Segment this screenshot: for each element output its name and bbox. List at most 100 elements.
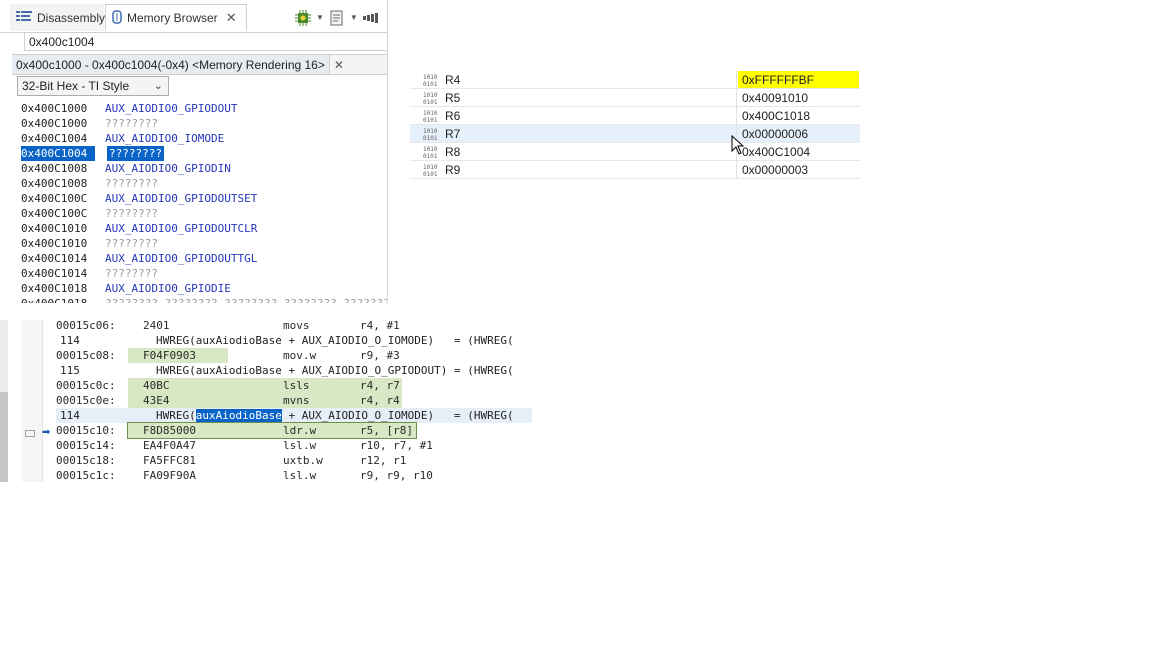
memory-rendering-tab[interactable]: 0x400c1000 - 0x400c1004(-0x4) <Memory Re… <box>12 54 387 75</box>
register-icon: 1010 0101 <box>423 109 439 124</box>
memory-value[interactable]: ???????? <box>105 236 158 251</box>
memory-value[interactable]: ???????? <box>105 266 158 281</box>
memory-row[interactable]: 0x400C1000???????? <box>21 116 387 131</box>
register-row[interactable]: 1010 0101 R6 0x400C1018 <box>410 107 860 125</box>
disassembly-line[interactable]: 00015c1c: FA09F90A lsl.w r9, r9, r10 <box>56 468 532 482</box>
disassembly-line[interactable]: 00015c18: FA5FFC81 uxtb.w r12, r1 <box>56 453 532 468</box>
memory-value[interactable]: ???????? ???????? ???????? ???????? ????… <box>105 296 387 303</box>
register-row[interactable]: 1010 0101 R5 0x40091010 <box>410 89 860 107</box>
memory-address: 0x400C1000 <box>21 102 88 115</box>
memory-row[interactable]: 0x400C1014???????? <box>21 266 387 281</box>
more-icon[interactable] <box>362 10 379 26</box>
address-input[interactable]: 0x400c1004 <box>24 32 387 51</box>
disassembly-line[interactable]: 00015c0e: 43E4 mvns r4, r4 <box>56 393 532 408</box>
chevron-down-icon[interactable]: ▼ <box>316 13 324 22</box>
instruction-mnemonic: mvns <box>283 394 310 407</box>
source-line[interactable]: 115 HWREG(auxAiodioBase + AUX_AIODIO_O_GP… <box>56 363 532 378</box>
register-row[interactable]: 1010 0101 R9 0x00000003 <box>410 161 860 179</box>
instruction-mnemonic: lsls <box>283 379 310 392</box>
register-row[interactable]: 1010 0101 R4 0xFFFFFFBF <box>410 71 860 89</box>
close-icon[interactable]: ✕ <box>334 58 344 72</box>
memory-symbol[interactable]: AUX_AIODIO0_GPIODIE <box>105 281 231 296</box>
close-icon[interactable]: ✕ <box>226 10 237 26</box>
memory-symbol[interactable]: AUX_AIODIO0_GPIODOUTSET <box>105 191 257 206</box>
memory-row[interactable]: 0x400C1008???????? <box>21 176 387 191</box>
instruction-mnemonic: movs <box>283 320 310 332</box>
register-icon: 1010 0101 <box>423 91 439 106</box>
instruction-operands: r9, #3 <box>360 349 400 362</box>
source-text-after: + AUX_AIODIO_O_IOMODE) = (HWREG( <box>281 409 514 422</box>
memory-value[interactable]: ???????? <box>107 146 164 161</box>
column-divider <box>736 107 737 125</box>
disassembly-line[interactable]: 00015c06: 2401 movs r4, #1 <box>56 320 532 333</box>
memory-row[interactable]: 0x400C1004 AUX_AIODIO0_IOMODE <box>21 131 387 146</box>
memory-symbol[interactable]: AUX_AIODIO0_GPIODOUT <box>105 101 237 116</box>
instruction-opcode: 2401 <box>143 320 170 332</box>
memory-symbol[interactable]: AUX_AIODIO0_GPIODOUTTGL <box>105 251 257 266</box>
register-name: R5 <box>445 91 461 105</box>
chip-settings-icon[interactable] <box>295 9 311 26</box>
memory-value[interactable]: ???????? <box>105 176 158 191</box>
memory-row[interactable]: 0x400C100C AUX_AIODIO0_GPIODOUTSET <box>21 191 387 206</box>
memory-address: 0x400C1018 <box>21 296 93 303</box>
register-value[interactable]: 0xFFFFFFBF <box>738 71 859 88</box>
register-icon: 1010 0101 <box>423 73 439 88</box>
memory-symbol[interactable]: AUX_AIODIO0_GPIODIN <box>105 161 231 176</box>
register-value[interactable]: 0x00000006 <box>738 125 859 142</box>
instruction-opcode: F04F0903 <box>143 349 196 362</box>
disassembly-line[interactable]: 00015c08: F04F0903 mov.w r9, #3 <box>56 348 532 363</box>
memory-address: 0x400C1004 <box>21 146 95 161</box>
register-value[interactable]: 0x40091010 <box>738 89 859 106</box>
mouse-cursor-icon <box>731 134 745 155</box>
format-select[interactable]: 32-Bit Hex - TI Style ⌄ <box>17 76 169 96</box>
register-row[interactable]: 1010 0101 R8 0x400C1004 <box>410 143 860 161</box>
register-icon: 1010 0101 <box>423 163 439 178</box>
svg-text:0101: 0101 <box>423 135 438 141</box>
instruction-mnemonic: lsl.w <box>283 469 317 482</box>
disassembly-lines: 00015c06: 2401 movs r4, #1 114 HWREG(auxAiodi… <box>56 320 532 482</box>
disassembly-line[interactable]: 00015c0c: 40BC lsls r4, r7 <box>56 378 532 393</box>
scrollbar-thumb[interactable] <box>0 392 8 482</box>
vertical-scrollbar[interactable] <box>0 320 8 482</box>
source-text: HWREG(auxAiodioBase + AUX_AIODIO_O_IOMOD… <box>156 408 514 423</box>
breakpoint-marker-icon[interactable] <box>25 430 35 437</box>
memory-address: 0x400C1004 <box>21 132 88 145</box>
memory-row[interactable]: 0x400C1010 AUX_AIODIO0_GPIODOUTCLR <box>21 221 387 236</box>
memory-row[interactable]: 0x400C1010???????? <box>21 236 387 251</box>
svg-text:1010: 1010 <box>423 92 438 99</box>
memory-row[interactable]: 0x400C1018 ???????? ???????? ???????? ???… <box>21 296 387 303</box>
line-gutter[interactable] <box>22 320 43 482</box>
memory-row[interactable]: 0x400C1008 AUX_AIODIO0_GPIODIN <box>21 161 387 176</box>
source-line-number: 114 <box>60 334 80 347</box>
register-value[interactable]: 0x400C1004 <box>738 143 859 160</box>
source-line[interactable]: 114 HWREG(auxAiodioBase + AUX_AIODIO_O_IO… <box>56 408 532 423</box>
memory-value[interactable]: ???????? <box>105 206 158 221</box>
tab-disassembly[interactable]: Disassembly <box>10 4 106 31</box>
memory-row[interactable]: 0x400C1000 AUX_AIODIO0_GPIODOUT <box>21 101 387 116</box>
register-row[interactable]: 1010 0101 R7 0x00000006 <box>410 125 860 143</box>
memory-symbol[interactable]: AUX_AIODIO0_GPIODOUTCLR <box>105 221 257 236</box>
new-rendering-icon[interactable] <box>329 10 345 26</box>
instruction-address: 00015c10: <box>56 424 116 437</box>
tab-disassembly-label: Disassembly <box>37 10 106 25</box>
tab-memory-browser[interactable]: Memory Browser ✕ <box>105 4 247 31</box>
memory-row[interactable]: 0x400C1014 AUX_AIODIO0_GPIODOUTTGL <box>21 251 387 266</box>
memory-row[interactable]: 0x400C1018 AUX_AIODIO0_GPIODIE <box>21 281 387 296</box>
source-text: HWREG(auxAiodioBase + AUX_AIODIO_O_GPIOD… <box>156 364 514 377</box>
register-value[interactable]: 0x00000003 <box>738 161 859 178</box>
source-line[interactable]: 114 HWREG(auxAiodioBase + AUX_AIODIO_O_IO… <box>56 333 532 348</box>
chevron-down-icon[interactable]: ▼ <box>350 13 358 22</box>
memory-value[interactable]: ???????? <box>105 116 158 131</box>
instruction-mnemonic: uxtb.w <box>283 454 323 467</box>
disassembly-line[interactable]: 00015c10: F8D85000 ldr.w r5, [r8] <box>56 422 532 439</box>
register-name: R8 <box>445 145 461 159</box>
register-value[interactable]: 0x400C1018 <box>738 107 859 124</box>
memory-row[interactable]: 0x400C100C???????? <box>21 206 387 221</box>
instruction-operands: r12, r1 <box>360 454 407 467</box>
memory-row[interactable]: 0x400C1004???????? <box>21 146 387 161</box>
memory-rendering-tab-label: 0x400c1000 - 0x400c1004(-0x4) <Memory Re… <box>12 55 330 74</box>
disassembly-line[interactable]: 00015c14: EA4F0A47 lsl.w r10, r7, #1 <box>56 438 532 453</box>
memory-symbol[interactable]: AUX_AIODIO0_IOMODE <box>105 131 224 146</box>
instruction-operands: r5, [r8] <box>360 424 413 437</box>
svg-text:0101: 0101 <box>423 117 438 123</box>
